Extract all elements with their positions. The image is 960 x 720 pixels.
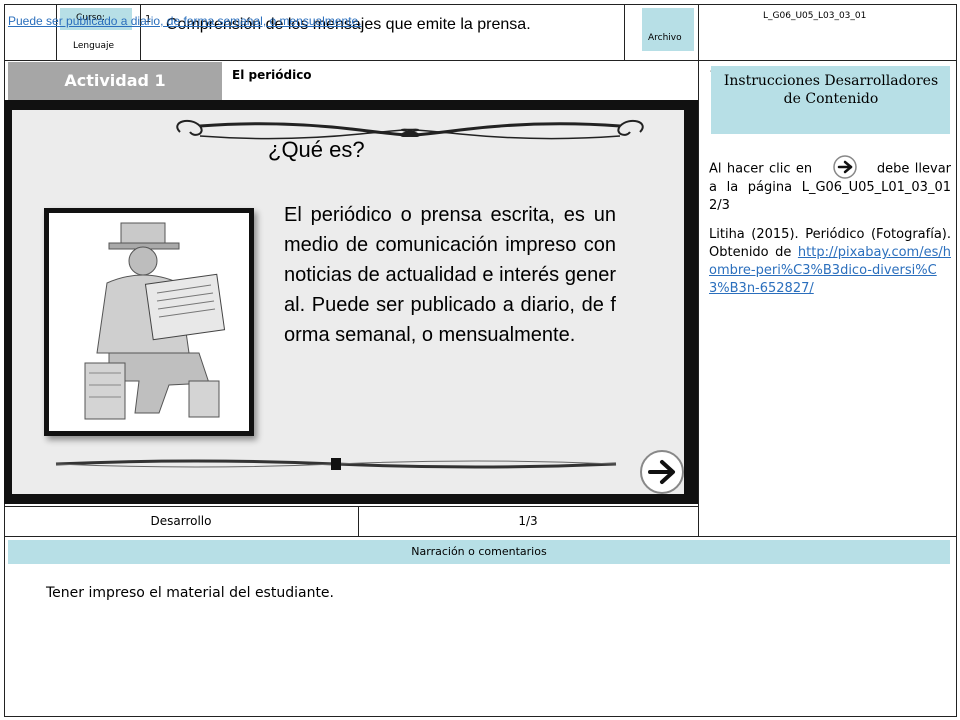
instruction-before: Al hacer clic en (709, 161, 813, 177)
border-top (4, 4, 957, 5)
section-label: Desarrollo (150, 514, 212, 528)
archivo-label: Archivo (648, 33, 682, 43)
newspaper-figure-icon (49, 213, 249, 431)
newspaper-man-photo (44, 208, 254, 436)
narration-text: Tener impreso el material del estudiante… (46, 585, 334, 601)
border-right (956, 4, 957, 717)
card-heading: ¿Qué es? (268, 137, 365, 162)
row-bottom-line (4, 536, 957, 537)
narration-header: Narración o comentarios (411, 545, 547, 558)
next-arrow-button[interactable] (638, 448, 686, 496)
header-div-3 (624, 4, 625, 60)
header-div-4 (698, 4, 699, 536)
dev-row-top (4, 506, 698, 507)
credit-block: Litiha (2015). Periódico (Fotografía). O… (709, 226, 951, 298)
card-paragraph: El periódico o prensa escrita, es un med… (284, 204, 616, 346)
activity-badge: Actividad 1 (8, 62, 222, 100)
top-ornament (176, 119, 644, 140)
instructions-title: Instrucciones Desarrolladores de Conteni… (723, 73, 939, 107)
header-bottom-line (4, 60, 957, 61)
archivo-box (642, 8, 694, 51)
page-indicator: 1/3 (518, 514, 538, 528)
instruction-text: Al hacer clic en debe llevar a la página… (709, 155, 951, 215)
activity-subtitle: El periódico (232, 68, 312, 82)
header-div-1 (56, 4, 57, 60)
subject-label: Lenguaje (73, 41, 115, 51)
file-code: L_G06_U05_L03_03_01 (763, 11, 867, 21)
border-bottom (4, 716, 957, 717)
header-div-2 (140, 4, 141, 60)
overlay-text-link[interactable]: Puede ser publicado a diario, de forma s… (8, 14, 362, 28)
inline-arrow-icon (818, 155, 872, 179)
bottom-ornament (55, 458, 617, 470)
